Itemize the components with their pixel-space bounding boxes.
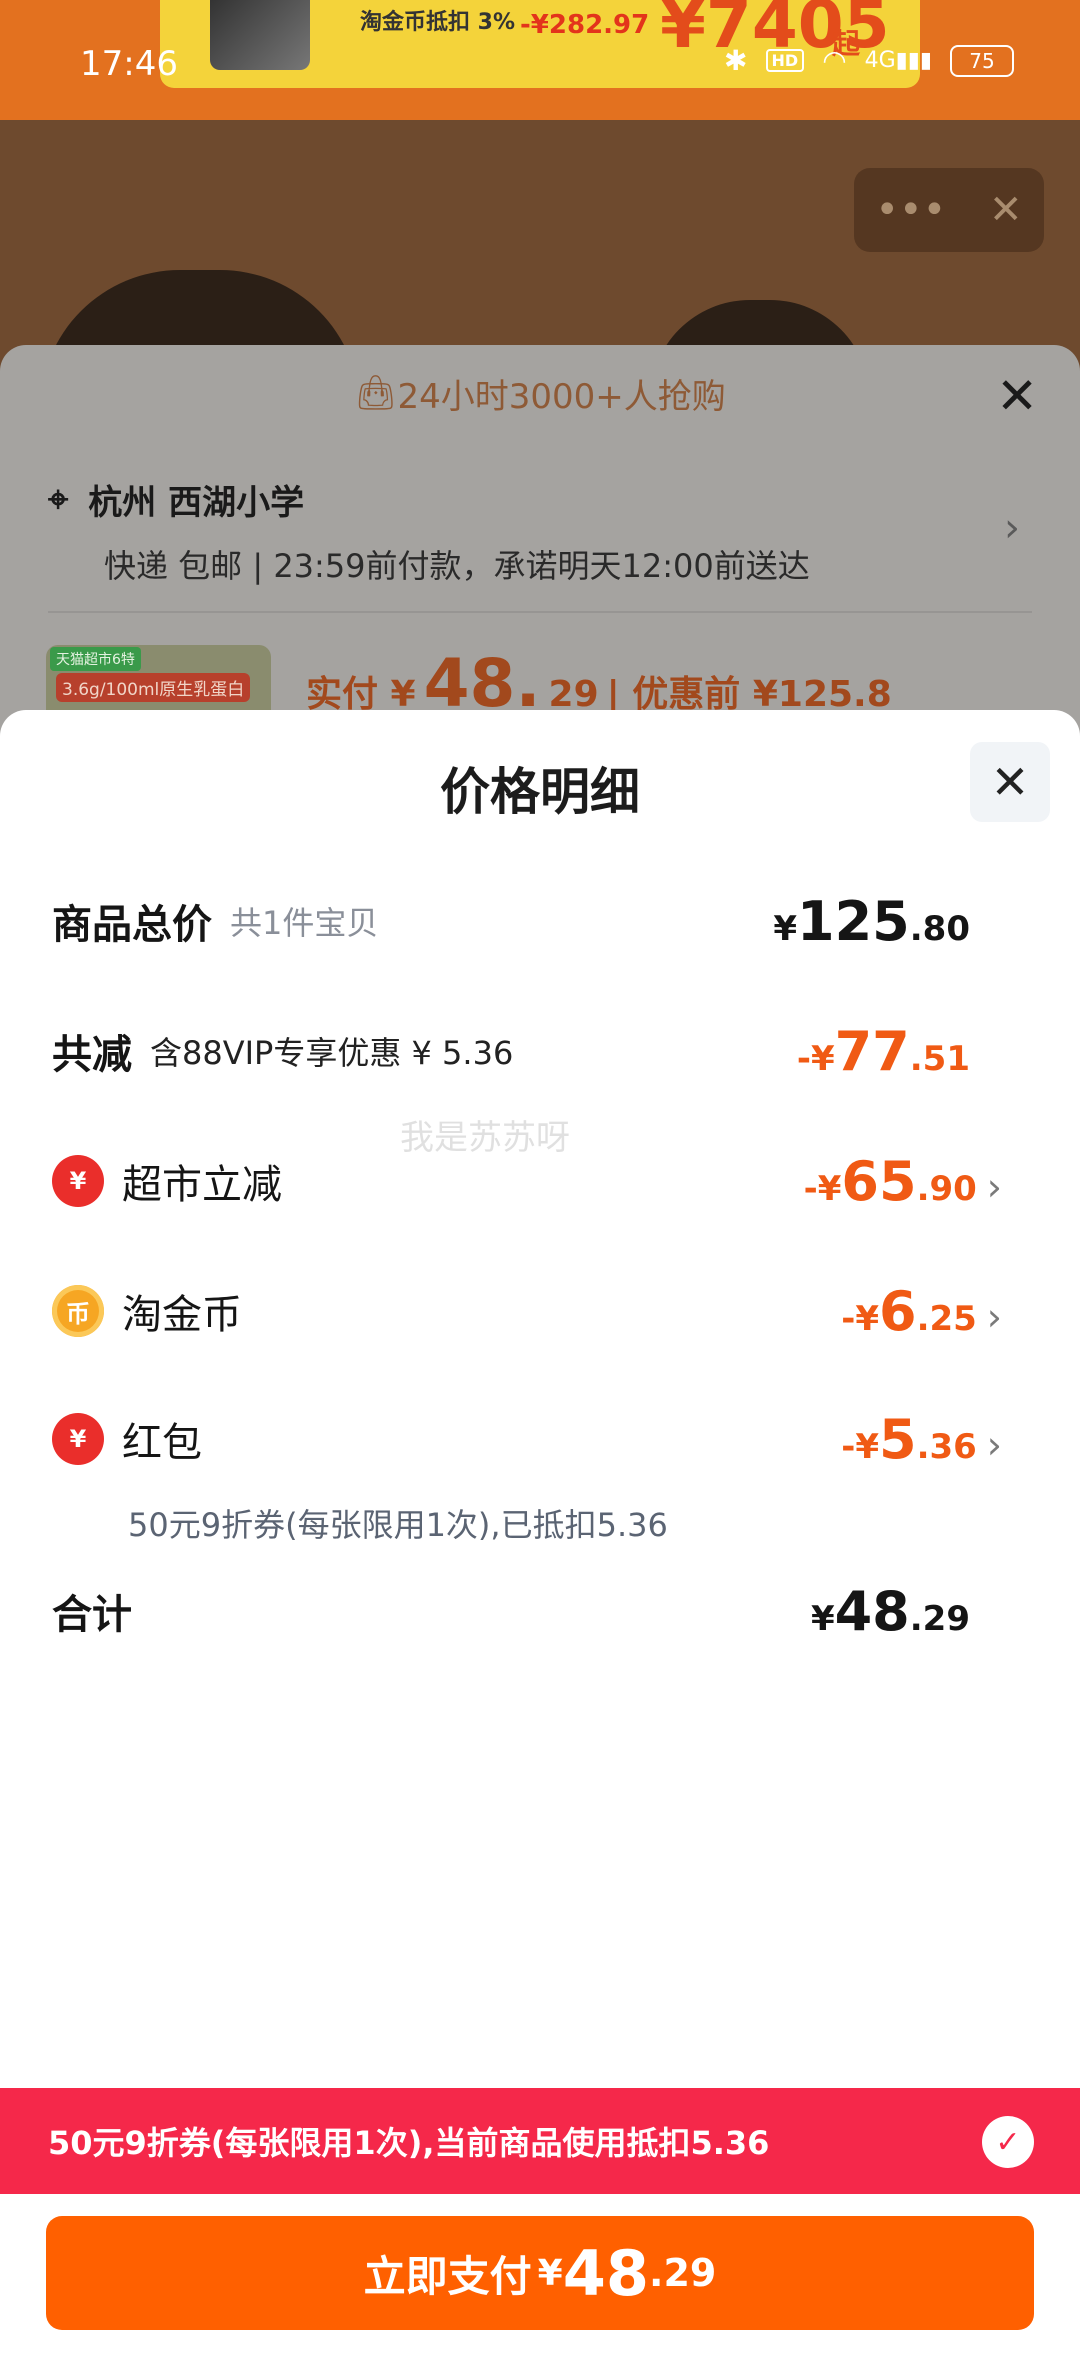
coupon-notice-text: 50元9折券(每张限用1次),当前商品使用抵扣5.36 — [48, 2124, 770, 2162]
red-packet-note: 50元9折券(每张限用1次),已抵扣5.36 — [128, 1506, 668, 1544]
close-icon: ✕ — [990, 755, 1030, 809]
total-amount: ¥ 125 .80 — [773, 889, 970, 953]
pay-now-button[interactable]: 立即支付 ¥ 48 .29 — [46, 2216, 1034, 2330]
coupon-notice-bar: 50元9折券(每张限用1次),当前商品使用抵扣5.36 ✓ — [0, 2088, 1080, 2194]
address-text: 杭州 西湖小学 — [88, 483, 305, 523]
delivery-info: 快递 包邮 | 23:59前付款，承诺明天12:00前送达 — [104, 547, 810, 585]
chevron-right-icon: › — [986, 1422, 1002, 1467]
taojinbi-amount: -¥ 6 .25 › — [841, 1279, 1002, 1343]
sheet-title: 价格明细 — [440, 763, 640, 821]
reduction-note: 含88VIP专享优惠 ¥ 5.36 — [150, 1034, 514, 1072]
sum-amount: ¥ 48 .29 — [810, 1579, 970, 1643]
sum-row: 合计 ¥ 48 .29 — [52, 1576, 1002, 1646]
total-price-row: 商品总价 共1件宝贝 ¥ 125 .80 — [52, 886, 1002, 956]
battery-icon: 75 — [950, 44, 1014, 77]
watermark: 我是苏苏呀 — [400, 1118, 570, 1158]
location-pin-icon: ⌖ — [48, 478, 69, 520]
check-icon[interactable]: ✓ — [982, 2116, 1034, 2168]
supermarket-discount-icon: ¥ — [52, 1155, 104, 1207]
supermarket-discount-label: 超市立减 — [122, 1162, 282, 1208]
chevron-right-icon[interactable]: › — [1004, 505, 1020, 551]
banner-line2: -¥282.97 — [520, 10, 650, 40]
chevron-right-icon: › — [986, 1164, 1002, 1209]
wifi-icon: ◠ — [822, 44, 847, 77]
sum-label: 合计 — [52, 1592, 132, 1638]
divider — [48, 611, 1032, 613]
more-icon[interactable]: ••• — [875, 187, 946, 233]
status-bar-area: 淘金币抵扣 3% -¥282.97 ¥7405 起 17:46 ✱ HD ◠ 4… — [0, 0, 1080, 120]
taojinbi-label: 淘金币 — [122, 1292, 242, 1338]
product-thumb-text: 3.6g/100ml原生乳蛋白 — [56, 673, 251, 702]
chevron-right-icon: › — [986, 1294, 1002, 1339]
bluetooth-icon: ✱ — [724, 44, 748, 77]
close-icon[interactable]: ✕ — [996, 367, 1038, 425]
reduction-amount: -¥ 77 .51 — [796, 1019, 970, 1083]
mini-program-menu[interactable]: ••• ✕ — [854, 168, 1044, 252]
red-packet-amount: -¥ 5 .36 › — [841, 1407, 1002, 1471]
signal-icon: 4G▮▮▮ — [864, 48, 932, 73]
status-time: 17:46 — [80, 44, 178, 84]
supermarket-discount-amount: -¥ 65 .90 › — [803, 1149, 1002, 1213]
total-count: 共1件宝贝 — [230, 904, 379, 942]
banner-line1: 淘金币抵扣 3% — [360, 10, 516, 35]
taojinbi-coin-icon: 币 — [52, 1285, 104, 1337]
address-row[interactable]: ⌖ 杭州 西湖小学 — [48, 475, 304, 524]
reduction-row: 共减 含88VIP专享优惠 ¥ 5.36 -¥ 77 .51 — [52, 1016, 1002, 1086]
status-icons: ✱ HD ◠ 4G▮▮▮ 75 — [724, 44, 1014, 77]
hd-icon: HD — [765, 49, 805, 72]
red-packet-icon: ¥ — [52, 1413, 104, 1465]
close-icon[interactable]: ✕ — [989, 187, 1023, 233]
product-badge: 天猫超市6特 — [50, 647, 141, 671]
bag-icon: 👜︎ — [354, 373, 398, 413]
close-button[interactable]: ✕ — [970, 742, 1050, 822]
red-packet-row[interactable]: ¥ 红包 -¥ 5 .36 › — [52, 1404, 1002, 1474]
total-label: 商品总价 — [52, 902, 212, 948]
order-sheet-behind: 👜︎ 24小时3000+人抢购 ✕ ⌖ 杭州 西湖小学 快递 包邮 | 23:5… — [0, 345, 1080, 745]
banner-product-image — [210, 0, 310, 70]
promo-banner: 👜︎ 24小时3000+人抢购 — [354, 373, 726, 417]
taojinbi-row[interactable]: 币 淘金币 -¥ 6 .25 › — [52, 1276, 1002, 1346]
pay-button-label: 立即支付 — [363, 2251, 532, 2301]
red-packet-label: 红包 — [122, 1420, 202, 1466]
reduction-label: 共减 — [52, 1032, 132, 1078]
